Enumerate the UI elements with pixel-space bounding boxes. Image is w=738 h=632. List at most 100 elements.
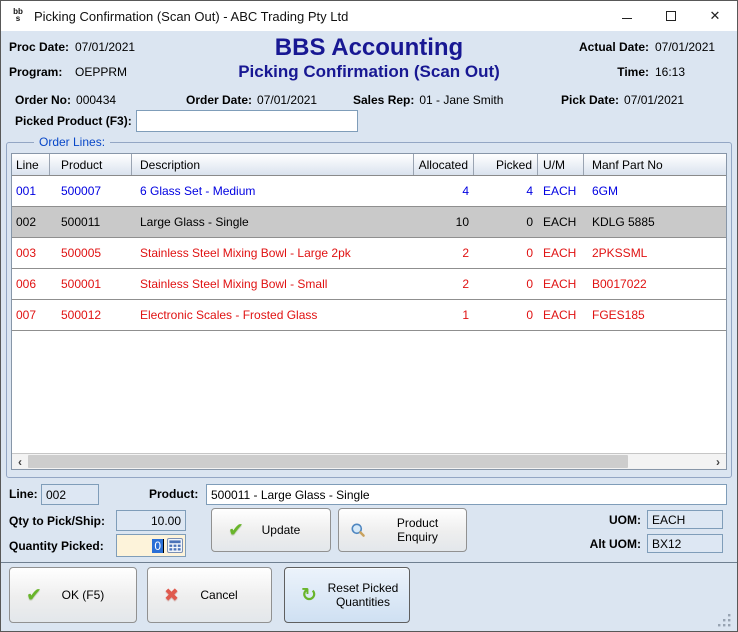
order-lines-group-label: Order Lines: xyxy=(34,135,110,149)
cell-description: Stainless Steel Mixing Bowl - Large 2pk xyxy=(132,238,414,268)
picked-product-input[interactable] xyxy=(136,110,358,132)
screen-title: Picking Confirmation (Scan Out) xyxy=(121,61,617,82)
column-header-product[interactable]: Product xyxy=(50,154,132,175)
order-date-value: 07/01/2021 xyxy=(257,93,317,107)
cell-line: 003 xyxy=(12,238,50,268)
cell-description: Electronic Scales - Frosted Glass xyxy=(132,300,414,330)
ok-button[interactable]: ✔ OK (F5) xyxy=(9,567,137,623)
order-date-label: Order Date: xyxy=(186,93,252,107)
update-button[interactable]: ✔ Update xyxy=(211,508,331,552)
scroll-right-button[interactable]: › xyxy=(710,454,726,469)
table-row[interactable]: 003500005Stainless Steel Mixing Bowl - L… xyxy=(12,238,726,269)
order-info-row: Order No:000434 Order Date: 07/01/2021 Sa… xyxy=(1,93,737,109)
cell-allocated: 2 xyxy=(414,269,474,299)
picked-product-label: Picked Product (F3): xyxy=(15,114,136,128)
column-header-description[interactable]: Description xyxy=(132,154,414,175)
cell-manf: FGES185 xyxy=(584,300,726,330)
cell-product: 500007 xyxy=(50,176,132,206)
column-header-picked[interactable]: Picked xyxy=(474,154,538,175)
pick-date: Pick Date:07/01/2021 xyxy=(561,93,684,107)
header-center: BBS Accounting Picking Confirmation (Sca… xyxy=(121,35,617,82)
window-title: Picking Confirmation (Scan Out) - ABC Tr… xyxy=(34,9,605,24)
close-button[interactable]: ✕ xyxy=(693,1,737,31)
cell-manf: KDLG 5885 xyxy=(584,207,726,237)
product-enquiry-button[interactable]: Product Enquiry xyxy=(338,508,467,552)
cell-manf: 6GM xyxy=(584,176,726,206)
order-lines-grid: LineProductDescriptionAllocatedPickedU/M… xyxy=(11,153,727,470)
reset-button-label: Reset Picked Quantities xyxy=(325,581,409,609)
qty-picked-value: 0 xyxy=(152,539,164,553)
time-label: Time: xyxy=(579,65,649,79)
uom-field[interactable]: EACH xyxy=(647,510,723,529)
table-row[interactable]: 002500011Large Glass - Single100EACHKDLG… xyxy=(12,207,726,238)
calculator-icon[interactable] xyxy=(167,538,183,553)
cell-allocated: 2 xyxy=(414,238,474,268)
table-row[interactable]: 007500012Electronic Scales - Frosted Gla… xyxy=(12,300,726,331)
update-button-label: Update xyxy=(252,523,330,537)
sales-rep-label: Sales Rep: xyxy=(353,93,414,107)
recycle-icon: ↻ xyxy=(301,584,317,606)
order-no-label: Order No: xyxy=(15,93,71,107)
line-field[interactable]: 002 xyxy=(41,484,99,505)
app-icon: bbs xyxy=(9,8,27,25)
magnifier-icon xyxy=(350,522,367,539)
cell-allocated: 4 xyxy=(414,176,474,206)
picked-product-row: Picked Product (F3): xyxy=(15,110,358,132)
reset-picked-quantities-button[interactable]: ↻ Reset Picked Quantities xyxy=(284,567,410,623)
close-icon: ✕ xyxy=(710,8,721,24)
header-right: Actual Date: 07/01/2021 Time: 16:13 xyxy=(579,40,727,79)
cell-description: Stainless Steel Mixing Bowl - Small xyxy=(132,269,414,299)
cell-picked: 0 xyxy=(474,269,538,299)
pick-date-label: Pick Date: xyxy=(561,93,619,107)
cell-manf: B0017022 xyxy=(584,269,726,299)
line-label: Line: xyxy=(9,487,38,501)
sales-rep: Sales Rep: 01 - Jane Smith xyxy=(353,93,503,107)
column-header-manf[interactable]: Manf Part No xyxy=(584,154,726,175)
table-row[interactable]: 006500001Stainless Steel Mixing Bowl - S… xyxy=(12,269,726,300)
qty-to-pick-label: Qty to Pick/Ship: xyxy=(9,514,105,528)
scrollbar-thumb[interactable] xyxy=(28,455,628,468)
order-date: Order Date: 07/01/2021 xyxy=(186,93,317,107)
cell-line: 002 xyxy=(12,207,50,237)
order-lines-group: Order Lines: LineProductDescriptionAlloc… xyxy=(6,142,732,478)
minimize-icon xyxy=(622,18,632,19)
horizontal-scrollbar[interactable]: ‹ › xyxy=(12,453,726,469)
cell-product: 500012 xyxy=(50,300,132,330)
cell-line: 006 xyxy=(12,269,50,299)
resize-grip[interactable] xyxy=(718,614,732,628)
scroll-left-button[interactable]: ‹ xyxy=(12,454,28,469)
time-value: 16:13 xyxy=(655,65,727,79)
qty-picked-label: Quantity Picked: xyxy=(9,539,104,553)
qty-to-pick-field[interactable]: 10.00 xyxy=(116,510,186,531)
cell-um: EACH xyxy=(538,300,584,330)
line-detail-row: Line: 002 Product: 500011 - Large Glass … xyxy=(1,484,737,506)
product-field[interactable]: 500011 - Large Glass - Single xyxy=(206,484,727,505)
alt-uom-field[interactable]: BX12 xyxy=(647,534,723,553)
order-no: Order No:000434 xyxy=(15,93,116,107)
column-header-um[interactable]: U/M xyxy=(538,154,584,175)
cell-um: EACH xyxy=(538,176,584,206)
cell-product: 500005 xyxy=(50,238,132,268)
uom-block: UOM: EACH Alt UOM: BX12 xyxy=(590,510,723,553)
order-lines-body: 0015000076 Glass Set - Medium44EACH6GM00… xyxy=(12,176,726,331)
cell-product: 500001 xyxy=(50,269,132,299)
cancel-button[interactable]: ✖ Cancel xyxy=(147,567,272,623)
cell-line: 001 xyxy=(12,176,50,206)
qty-picked-field[interactable]: 0 xyxy=(116,534,186,557)
scroll-right-icon: › xyxy=(716,455,720,469)
column-header-allocated[interactable]: Allocated xyxy=(414,154,474,175)
cell-um: EACH xyxy=(538,207,584,237)
cell-um: EACH xyxy=(538,269,584,299)
cell-manf: 2PKSSML xyxy=(584,238,726,268)
minimize-button[interactable] xyxy=(605,1,649,31)
title-bar: bbs Picking Confirmation (Scan Out) - AB… xyxy=(1,1,737,31)
program-label: Program: xyxy=(9,65,71,79)
cell-um: EACH xyxy=(538,238,584,268)
column-header-line[interactable]: Line xyxy=(12,154,50,175)
table-row[interactable]: 0015000076 Glass Set - Medium44EACH6GM xyxy=(12,176,726,207)
cancel-x-icon: ✖ xyxy=(164,585,179,606)
sales-rep-value: 01 - Jane Smith xyxy=(419,93,503,107)
cell-description: Large Glass - Single xyxy=(132,207,414,237)
uom-label: UOM: xyxy=(590,513,641,527)
maximize-button[interactable] xyxy=(649,1,693,31)
